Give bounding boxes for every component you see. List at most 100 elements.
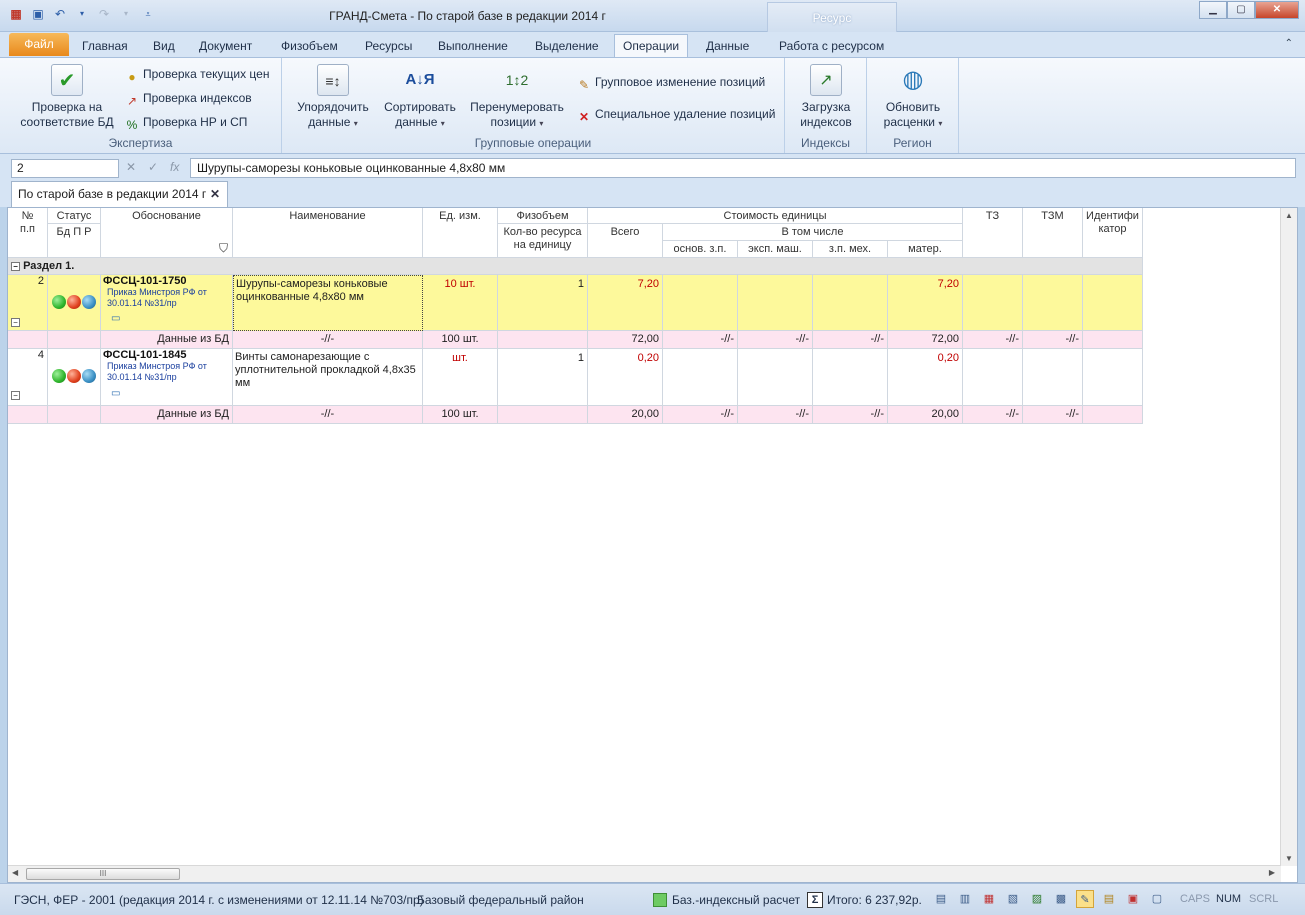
status-calc-mode[interactable]: Баз.-индексный расчет bbox=[672, 893, 800, 907]
row-name[interactable]: Шурупы-саморезы коньковые оцинкованные 4… bbox=[233, 275, 423, 331]
status-db-green-icon bbox=[52, 295, 66, 309]
function-icon[interactable]: fx bbox=[170, 160, 179, 174]
pdf-icon[interactable]: ▣ bbox=[1124, 890, 1142, 908]
row-total: 7,20 bbox=[588, 275, 663, 331]
header-phys-sub[interactable]: Кол-во ресурса на единицу bbox=[498, 224, 588, 258]
collapse-section-icon[interactable]: − bbox=[11, 262, 20, 271]
check-prices-button[interactable]: ● Проверка текущих цен bbox=[124, 64, 269, 84]
group-indexes: ↗ Загрузка индексов Индексы bbox=[785, 58, 867, 153]
db-row-eksp: -//- bbox=[738, 331, 813, 349]
resources-icon[interactable]: ▥ bbox=[956, 890, 974, 908]
close-button[interactable]: ✕ bbox=[1255, 1, 1299, 19]
header-eksp-mash[interactable]: эксп. маш. bbox=[738, 241, 813, 258]
comment-icon[interactable]: ▭ bbox=[111, 313, 120, 324]
horizontal-scrollbar[interactable]: ◀ III ▶ bbox=[8, 865, 1281, 882]
header-osn-zp[interactable]: основ. з.п. bbox=[663, 241, 738, 258]
formula-input[interactable]: Шурупы-саморезы коньковые оцинкованные 4… bbox=[190, 158, 1296, 178]
header-tz[interactable]: ТЗ bbox=[963, 208, 1023, 258]
scroll-up-icon[interactable]: ▲ bbox=[1281, 211, 1297, 220]
order-data-label: Упорядочить данные ▾ bbox=[297, 100, 369, 129]
check-db-button[interactable]: ✔ Проверка на соответствие БД bbox=[14, 64, 120, 130]
coefficients-icon[interactable]: ▨ bbox=[1028, 890, 1046, 908]
tab-file[interactable]: Файл bbox=[9, 33, 69, 56]
tab-physvolume[interactable]: Физобъем bbox=[273, 36, 346, 57]
norms-icon[interactable]: ▩ bbox=[1052, 890, 1070, 908]
basis-doc-link[interactable]: Приказ Минстроя РФ от 30.01.14 №31/пр bbox=[103, 361, 232, 383]
tab-operations[interactable]: Операции bbox=[614, 34, 689, 58]
confirm-edit-icon[interactable]: ✓ bbox=[148, 160, 158, 174]
tab-home[interactable]: Главная bbox=[74, 36, 136, 57]
vertical-scrollbar[interactable]: ▲ ▼ bbox=[1280, 208, 1297, 866]
comment-icon[interactable]: ▭ bbox=[111, 388, 120, 399]
special-delete-button[interactable]: ✕ Специальное удаление позиций bbox=[576, 104, 776, 124]
update-rates-button[interactable]: ◍ Обновить расценки ▾ bbox=[873, 64, 953, 131]
load-indexes-button[interactable]: ↗ Загрузка индексов bbox=[791, 64, 861, 130]
header-tzm[interactable]: ТЗМ bbox=[1023, 208, 1083, 258]
documents-icon[interactable]: ▤ bbox=[1100, 890, 1118, 908]
header-ident[interactable]: Идентифи катор bbox=[1083, 208, 1143, 258]
cell-reference-field[interactable]: 2 bbox=[11, 159, 119, 178]
section-row[interactable]: − Раздел 1. bbox=[8, 258, 1143, 275]
group-operations: ≡↕ Упорядочить данные ▾ A↓Я Сортировать … bbox=[282, 58, 785, 153]
sort-data-button[interactable]: A↓Я Сортировать данные ▾ bbox=[380, 64, 460, 131]
header-name[interactable]: Наименование bbox=[233, 208, 423, 258]
scroll-down-icon[interactable]: ▼ bbox=[1281, 854, 1297, 863]
title-bar: ▦ ▣ ↶ ▾ ↷ ▾ ⩡ ГРАНД-Смета - По старой ба… bbox=[0, 0, 1305, 32]
header-mater[interactable]: матер. bbox=[888, 241, 963, 258]
group-change-button[interactable]: ✎ Групповое изменение позиций bbox=[576, 72, 765, 92]
filter-icon[interactable]: ⛉ bbox=[219, 242, 228, 255]
tab-view[interactable]: Вид bbox=[145, 36, 183, 57]
tab-resource-work[interactable]: Работа с ресурсом bbox=[771, 36, 892, 57]
header-unit-cost[interactable]: Стоимость единицы bbox=[588, 208, 963, 224]
print-icon[interactable]: ▢ bbox=[1148, 890, 1166, 908]
horizontal-scroll-thumb[interactable]: III bbox=[26, 868, 180, 880]
maximize-button[interactable]: ▢ bbox=[1227, 1, 1255, 19]
cancel-edit-icon[interactable]: ✕ bbox=[126, 160, 136, 174]
header-status[interactable]: Статус bbox=[48, 208, 101, 224]
check-indexes-label: Проверка индексов bbox=[143, 91, 252, 105]
order-data-icon: ≡↕ bbox=[317, 64, 349, 96]
expand-row-icon[interactable]: − bbox=[11, 318, 20, 327]
header-num[interactable]: № п.п bbox=[8, 208, 48, 258]
db-row-num bbox=[8, 406, 48, 424]
header-phys[interactable]: Физобъем bbox=[498, 208, 588, 224]
check-nr-sp-button[interactable]: % Проверка НР и СП bbox=[124, 112, 248, 132]
scroll-right-icon[interactable]: ▶ bbox=[1269, 868, 1275, 877]
header-zp-meh[interactable]: з.п. мех. bbox=[813, 241, 888, 258]
row-basis: ФССЦ-101-1750 Приказ Минстроя РФ от 30.0… bbox=[101, 275, 233, 331]
scroll-left-icon[interactable]: ◀ bbox=[12, 868, 18, 877]
document-tab[interactable]: По старой базе в редакции 2014 г ✕ bbox=[11, 181, 228, 207]
tab-resources[interactable]: Ресурсы bbox=[357, 36, 420, 57]
highlight-icon[interactable]: ✎ bbox=[1076, 890, 1094, 908]
load-indexes-icon: ↗ bbox=[810, 64, 842, 96]
tot-icon[interactable]: ▧ bbox=[1004, 890, 1022, 908]
header-unit[interactable]: Ед. изм. bbox=[423, 208, 498, 258]
group-expertise-label: Экспертиза bbox=[108, 136, 173, 150]
row-qty[interactable]: 1 bbox=[498, 349, 588, 406]
tab-execution[interactable]: Выполнение bbox=[430, 36, 516, 57]
row-total: 0,20 bbox=[588, 349, 663, 406]
db-row-mater: 72,00 bbox=[888, 331, 963, 349]
db-row-tzm: -//- bbox=[1023, 406, 1083, 424]
close-tab-icon[interactable]: ✕ bbox=[210, 182, 220, 206]
tab-data[interactable]: Данные bbox=[698, 36, 757, 57]
order-data-button[interactable]: ≡↕ Упорядочить данные ▾ bbox=[290, 64, 376, 131]
row-qty[interactable]: 1 bbox=[498, 275, 588, 331]
renumber-button[interactable]: 1↕2 Перенумеровать позиции ▾ bbox=[466, 64, 568, 131]
expand-row-icon[interactable]: − bbox=[11, 391, 20, 400]
flag-icon[interactable]: ▦ bbox=[980, 890, 998, 908]
header-basis[interactable]: Обоснование ⛉ bbox=[101, 208, 233, 258]
header-total[interactable]: Всего bbox=[588, 224, 663, 258]
row-zp-meh bbox=[813, 349, 888, 406]
row-name[interactable]: Винты самонарезающие с уплотнительной пр… bbox=[233, 349, 423, 406]
report-icon[interactable]: ▤ bbox=[932, 890, 950, 908]
db-row-num bbox=[8, 331, 48, 349]
ribbon-collapse-icon[interactable]: ⌃ bbox=[1285, 38, 1293, 49]
db-row-unit: 100 шт. bbox=[423, 406, 498, 424]
tab-selection[interactable]: Выделение bbox=[527, 36, 607, 57]
minimize-button[interactable]: ▁ bbox=[1199, 1, 1227, 19]
tab-document[interactable]: Документ bbox=[191, 36, 260, 57]
check-indexes-button[interactable]: ↗ Проверка индексов bbox=[124, 88, 252, 108]
basis-doc-link[interactable]: Приказ Минстроя РФ от 30.01.14 №31/пр bbox=[103, 287, 232, 309]
percent-check-icon: % bbox=[126, 118, 138, 132]
